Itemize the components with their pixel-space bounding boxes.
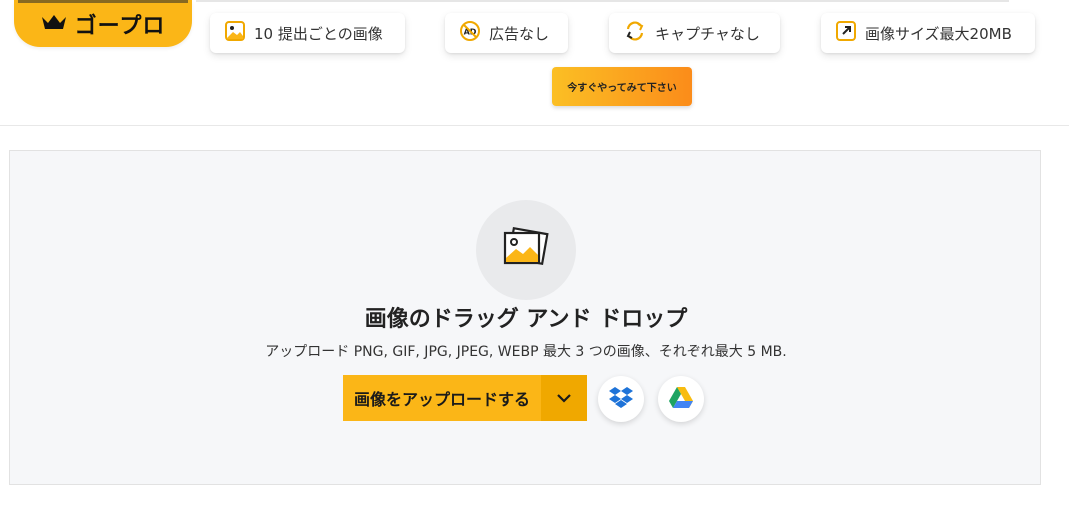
dropzone-title: 画像のドラッグ アンド ドロップ: [364, 307, 688, 332]
no-ads-icon: AD: [459, 20, 481, 46]
chevron-down-icon[interactable]: [541, 375, 587, 421]
upload-image-button[interactable]: 画像をアップロードする: [343, 375, 587, 421]
feature-label: 画像サイズ最大20MB: [865, 24, 1012, 43]
feature-no-captcha: キャプチャなし: [609, 13, 780, 53]
badge-top-edge: [18, 0, 188, 3]
upload-dropzone[interactable]: 画像のドラッグ アンド ドロップ アップロード PNG, GIF, JPG, J…: [9, 150, 1041, 485]
feature-label: 10 提出ごとの画像: [254, 24, 383, 43]
expand-size-icon: [835, 20, 857, 46]
dropzone-subtitle: アップロード PNG, GIF, JPG, JPEG, WEBP 最大 3 つの…: [265, 344, 787, 360]
feature-images-per-submit: 10 提出ごとの画像: [210, 13, 405, 53]
google-drive-icon: [668, 386, 694, 413]
try-now-button[interactable]: 今すぐやってみて下さい: [552, 67, 692, 106]
crown-icon: [41, 13, 67, 35]
image-stack-icon: [476, 200, 576, 300]
section-divider: [0, 125, 1069, 126]
feature-no-ads: AD 広告なし: [445, 13, 568, 53]
go-pro-label: ゴープロ: [74, 13, 166, 39]
go-pro-badge[interactable]: ゴープロ: [14, 0, 192, 47]
dropbox-button[interactable]: [598, 376, 644, 422]
images-icon: [224, 20, 246, 46]
top-border: [196, 0, 1009, 2]
dropbox-icon: [608, 385, 634, 413]
feature-label: キャプチャなし: [655, 24, 760, 43]
no-captcha-icon: [623, 20, 647, 46]
upload-button-label: 画像をアップロードする: [353, 392, 530, 409]
google-drive-button[interactable]: [658, 376, 704, 422]
feature-label: 広告なし: [489, 24, 550, 43]
feature-max-size: 画像サイズ最大20MB: [821, 13, 1035, 53]
